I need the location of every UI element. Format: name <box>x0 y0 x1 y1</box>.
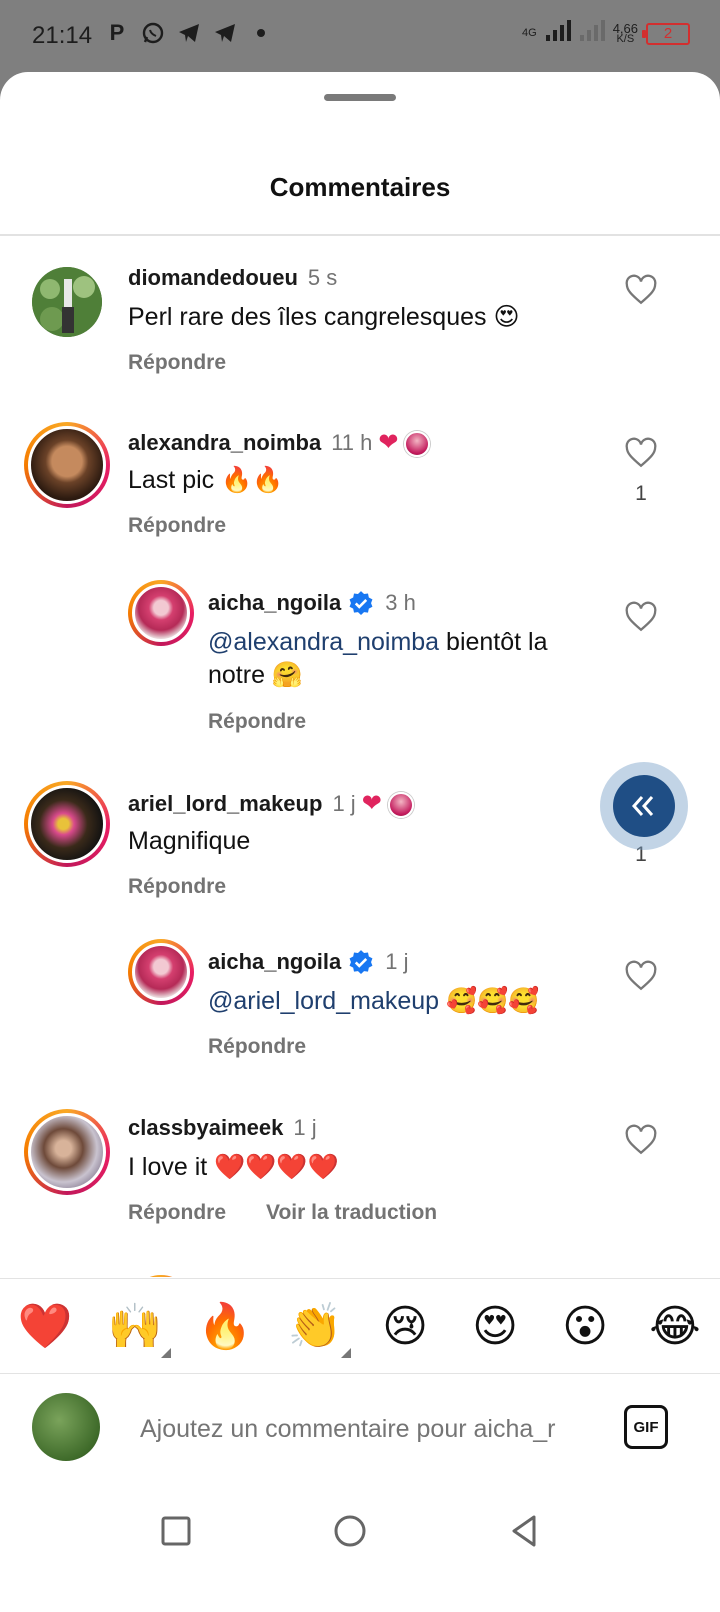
reaction-laughing[interactable]: 😂 <box>643 1301 707 1352</box>
verified-badge-icon <box>349 591 373 616</box>
whatsapp-icon <box>140 20 166 46</box>
mention-link[interactable]: @ariel_lord_makeup <box>208 987 439 1015</box>
avatar[interactable] <box>128 1275 194 1277</box>
reaction-clap[interactable]: 👏 <box>283 1300 351 1358</box>
comment-username[interactable]: aicha_ngoila 1 j <box>208 949 409 977</box>
comments-sheet: Commentaires diomandedoueu 5 s Perl rare … <box>0 72 720 1612</box>
creator-mini-avatar <box>404 431 431 458</box>
status-time: 21:14 <box>32 22 93 49</box>
heart-outline-icon[interactable] <box>624 1123 658 1157</box>
parking-app-icon: P <box>109 20 125 45</box>
scroll-back-button[interactable] <box>600 762 688 850</box>
heart-outline-icon[interactable] <box>624 600 658 634</box>
reaction-surprised[interactable]: 😮 <box>553 1301 617 1352</box>
comment-text: Magnifique <box>128 827 251 855</box>
heart-outline-icon[interactable] <box>624 959 658 993</box>
reply-button[interactable]: Répondre <box>128 1201 226 1225</box>
see-translation-link[interactable]: Voir la traduction <box>266 1201 437 1225</box>
avatar[interactable] <box>24 1109 110 1195</box>
quick-reactions-bar: ❤️ 🙌 🔥 👏 😢 😍 😮 😂 <box>0 1278 720 1374</box>
signal-2-icon <box>579 20 605 47</box>
username-link[interactable]: classbyaimeek <box>128 1115 283 1140</box>
reaction-raising-hands[interactable]: 🙌 <box>103 1300 171 1358</box>
heart-outline-icon[interactable] <box>624 273 658 307</box>
comment-username[interactable]: alexandra_noimba 11 h ❤ <box>128 428 431 458</box>
mention-link[interactable]: @alexandra_noimba <box>208 628 439 656</box>
reaction-fire[interactable]: 🔥 <box>193 1300 257 1352</box>
comment-text: Last pic 🔥🔥 <box>128 466 284 494</box>
comment-time: 3 h <box>385 590 416 615</box>
speed-value: 4,66 <box>612 20 638 36</box>
comment-text: I love it ❤️❤️❤️❤️ <box>128 1153 339 1181</box>
comment-text: @alexandra_noimba bientôt la notre 🤗 <box>208 626 608 692</box>
heart-outline-icon[interactable] <box>624 436 658 470</box>
comment-input[interactable] <box>140 1411 600 1447</box>
comment-time: 11 h <box>331 430 373 455</box>
comment-username[interactable]: aicha_ngoila 3 h <box>208 590 416 618</box>
battery-icon: 2 <box>642 22 690 45</box>
telegram-icon <box>212 20 238 46</box>
status-bar: 21:14 P 4G 4,66 K/S 2 <box>0 0 720 72</box>
telegram-icon <box>176 20 202 46</box>
page-title: Commentaires <box>269 172 451 202</box>
verified-badge-icon <box>349 950 373 975</box>
reply-button[interactable]: Répondre <box>208 1035 306 1059</box>
username-link[interactable]: ariel_lord_makeup <box>128 791 322 816</box>
skin-tone-indicator-icon <box>161 1348 171 1358</box>
notification-icons: P <box>104 20 274 46</box>
avatar[interactable] <box>24 781 110 867</box>
network-speed: 4,66 K/S <box>612 20 638 45</box>
comment-time: 1 j <box>293 1115 317 1140</box>
system-navigation-bar <box>0 1485 720 1612</box>
creator-liked-heart-icon: ❤ <box>361 790 382 817</box>
status-right: 4G 4,66 K/S 2 <box>522 20 690 47</box>
comment-time: 1 j <box>385 949 409 974</box>
username-link[interactable]: alexandra_noimba <box>128 430 321 455</box>
network-type: 4G <box>522 27 537 39</box>
sheet-drag-handle[interactable] <box>324 94 396 101</box>
reaction-crying[interactable]: 😢 <box>373 1301 437 1352</box>
comment-time: 5 s <box>307 265 338 290</box>
more-notifications-dot-icon <box>248 20 274 46</box>
reaction-heart[interactable]: ❤️ <box>13 1300 77 1352</box>
comment-username[interactable]: ariel_lord_makeup 1 j ❤ <box>128 789 414 819</box>
username-link[interactable]: diomandedoueu <box>128 265 298 290</box>
comment-composer: GIF <box>0 1375 720 1485</box>
comments-list[interactable]: diomandedoueu 5 s Perl rare des îles cang… <box>0 237 720 1277</box>
skin-tone-indicator-icon <box>341 1348 351 1358</box>
comment-username[interactable]: diomandedoueu 5 s <box>128 265 337 291</box>
avatar[interactable] <box>32 267 102 337</box>
reply-button[interactable]: Répondre <box>128 514 226 538</box>
recent-apps-icon[interactable] <box>158 1513 194 1549</box>
reply-button[interactable]: Répondre <box>208 710 306 734</box>
title-divider <box>0 234 720 236</box>
reply-button[interactable]: Répondre <box>128 351 226 375</box>
avatar[interactable] <box>24 422 110 508</box>
comment-body: 🥰🥰🥰 <box>439 987 540 1015</box>
avatar[interactable] <box>128 580 194 646</box>
avatar[interactable] <box>128 939 194 1005</box>
username-link[interactable]: aicha_ngoila <box>208 949 341 974</box>
reply-button[interactable]: Répondre <box>128 875 226 899</box>
reaction-heart-eyes[interactable]: 😍 <box>463 1301 527 1352</box>
comment-time: 1 j <box>332 791 356 816</box>
creator-mini-avatar <box>387 792 414 819</box>
avatar <box>32 1393 100 1461</box>
home-icon[interactable] <box>332 1513 368 1549</box>
username-link[interactable]: aicha_ngoila <box>208 590 341 615</box>
reaction-raising-hands-glyph: 🙌 <box>107 1302 163 1351</box>
double-chevron-left-icon <box>613 775 675 837</box>
comment-username[interactable]: classbyaimeek 1 j <box>128 1115 317 1141</box>
comment-text: Perl rare des îles cangrelesques 😍 <box>128 303 520 331</box>
like-count: 1 <box>635 482 647 505</box>
back-icon[interactable] <box>506 1513 542 1549</box>
creator-liked-heart-icon: ❤ <box>378 429 399 456</box>
comment-text: @ariel_lord_makeup 🥰🥰🥰 <box>208 985 608 1018</box>
signal-icon <box>545 20 571 47</box>
reaction-clap-glyph: 👏 <box>287 1302 343 1351</box>
gif-button[interactable]: GIF <box>624 1405 668 1449</box>
